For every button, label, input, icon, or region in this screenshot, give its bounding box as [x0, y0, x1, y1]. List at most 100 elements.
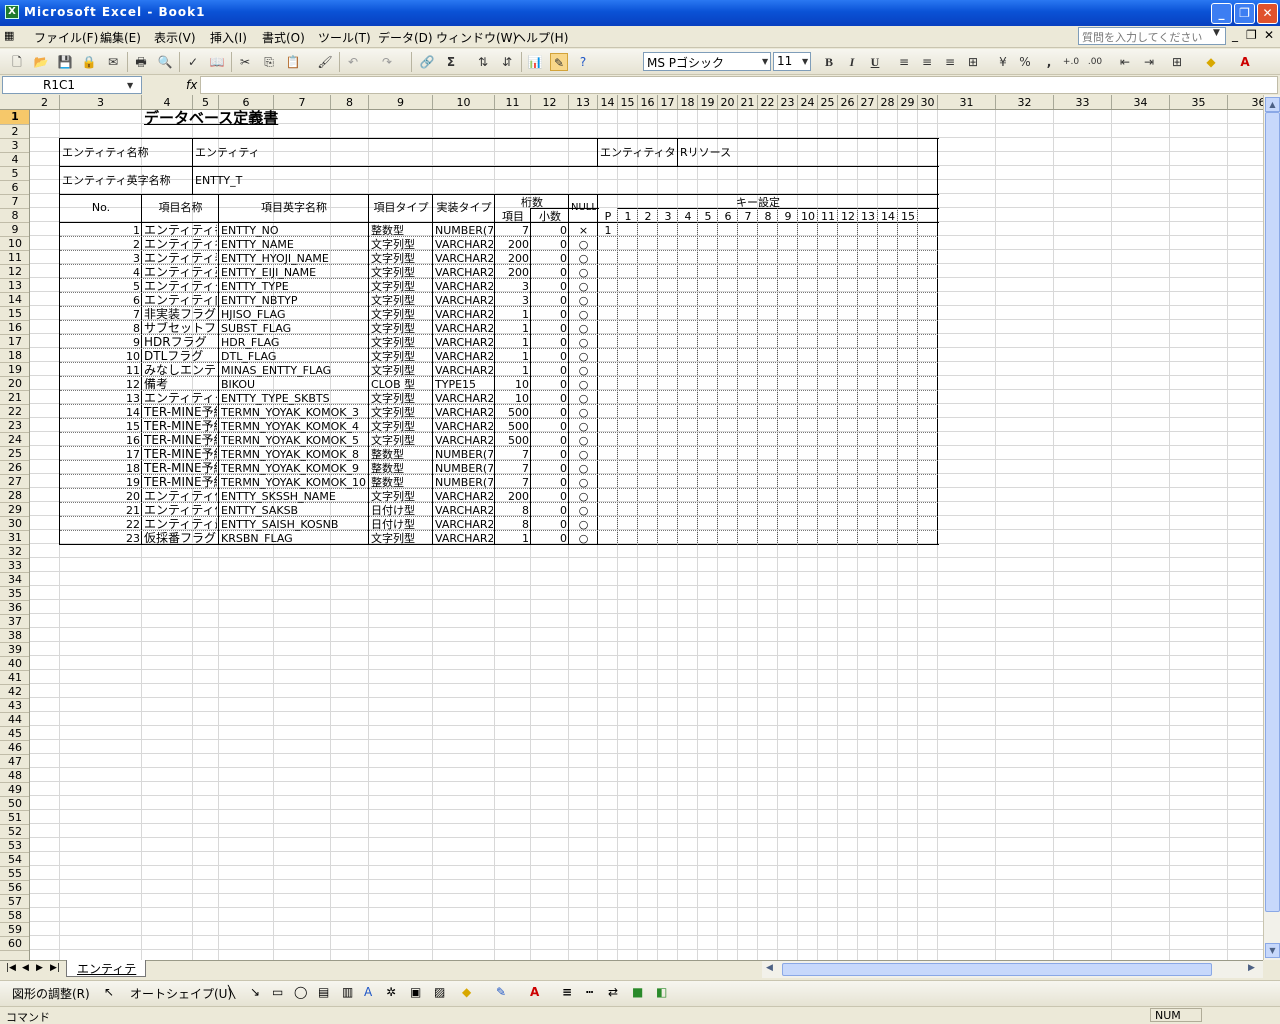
column-header[interactable]: 35 — [1170, 95, 1228, 109]
percent-button[interactable]: % — [1016, 53, 1034, 71]
column-header[interactable]: 20 — [718, 95, 738, 109]
row-header[interactable]: 24 — [0, 433, 29, 447]
row-header[interactable]: 22 — [0, 405, 29, 419]
row-header[interactable]: 4 — [0, 153, 29, 167]
undo-icon[interactable]: ↶ — [344, 53, 362, 71]
row-header[interactable]: 2 — [0, 125, 29, 139]
column-header[interactable]: 5 — [193, 95, 219, 109]
paste-icon[interactable]: 📋 — [284, 53, 302, 71]
row-header[interactable]: 48 — [0, 769, 29, 783]
print-preview-icon[interactable]: 🔍 — [156, 53, 174, 71]
column-header[interactable]: 25 — [818, 95, 838, 109]
row-header[interactable]: 39 — [0, 643, 29, 657]
column-header[interactable]: 16 — [638, 95, 658, 109]
column-header[interactable]: 28 — [878, 95, 898, 109]
font-dropdown-icon[interactable]: ▼ — [762, 57, 768, 66]
row-header[interactable]: 33 — [0, 559, 29, 573]
column-header[interactable]: 32 — [996, 95, 1054, 109]
cut-icon[interactable]: ✂ — [236, 53, 254, 71]
row-header[interactable]: 8 — [0, 209, 29, 223]
draw-fill-color-icon[interactable]: ◆ — [462, 985, 471, 999]
align-left-icon[interactable]: ≡ — [895, 53, 913, 71]
worksheet-grid[interactable]: データベース定義書エンティティ名称エンティティエンティティタイプRリソースエンテ… — [30, 110, 1263, 960]
row-header[interactable]: 10 — [0, 237, 29, 251]
menu-item[interactable]: ウィンドウ(W) — [436, 29, 517, 46]
column-header[interactable]: 11 — [495, 95, 531, 109]
copy-icon[interactable]: ⎘ — [260, 53, 278, 71]
row-header[interactable]: 20 — [0, 377, 29, 391]
row-header[interactable]: 15 — [0, 307, 29, 321]
column-header[interactable]: 17 — [658, 95, 678, 109]
hyperlink-icon[interactable]: 🔗 — [418, 53, 436, 71]
save-icon[interactable]: 💾 — [56, 53, 74, 71]
textbox-icon[interactable]: ▤ — [318, 985, 329, 999]
arrow-style-icon[interactable]: ⇄ — [608, 985, 618, 999]
row-header[interactable]: 60 — [0, 937, 29, 951]
row-header[interactable]: 51 — [0, 811, 29, 825]
first-sheet-icon[interactable]: |◀ — [6, 963, 16, 973]
column-header[interactable]: 10 — [433, 95, 495, 109]
column-header[interactable]: 24 — [798, 95, 818, 109]
row-header[interactable]: 56 — [0, 881, 29, 895]
scroll-left-icon[interactable]: ◀ — [766, 963, 773, 973]
row-header[interactable]: 43 — [0, 699, 29, 713]
minimize-button[interactable]: _ — [1211, 3, 1232, 24]
line-style-icon[interactable]: ≡ — [562, 985, 572, 999]
size-dropdown-icon[interactable]: ▼ — [802, 57, 808, 66]
column-header[interactable]: 26 — [838, 95, 858, 109]
menu-item[interactable]: 表示(V) — [154, 29, 196, 46]
column-header[interactable]: 15 — [618, 95, 638, 109]
menu-item[interactable]: 書式(O) — [262, 29, 305, 46]
bold-button[interactable]: B — [820, 53, 838, 71]
redo-icon[interactable]: ↷ — [378, 53, 396, 71]
decrease-indent-icon[interactable]: ⇤ — [1116, 53, 1134, 71]
row-header[interactable]: 40 — [0, 657, 29, 671]
arrow-icon[interactable]: ↘ — [250, 985, 260, 999]
maximize-button[interactable]: ❐ — [1234, 3, 1255, 24]
fill-color-icon[interactable]: ◆ — [1202, 53, 1220, 71]
menu-item[interactable]: 編集(E) — [100, 29, 141, 46]
row-header[interactable]: 19 — [0, 363, 29, 377]
dash-style-icon[interactable]: ┅ — [586, 985, 593, 999]
column-header[interactable]: 33 — [1054, 95, 1112, 109]
font-name-select[interactable]: MS Pゴシック — [643, 52, 771, 71]
scroll-down-icon[interactable]: ▼ — [1265, 943, 1280, 958]
column-header[interactable]: 8 — [331, 95, 369, 109]
row-header[interactable]: 35 — [0, 587, 29, 601]
menu-item[interactable]: ファイル(F) — [34, 29, 98, 46]
excel-icon[interactable]: X — [5, 5, 19, 19]
row-header[interactable]: 25 — [0, 447, 29, 461]
currency-icon[interactable]: ¥ — [994, 53, 1012, 71]
diagram-icon[interactable]: ✲ — [386, 985, 396, 999]
vertical-textbox-icon[interactable]: ▥ — [342, 985, 353, 999]
column-header[interactable]: 23 — [778, 95, 798, 109]
next-sheet-icon[interactable]: ▶ — [36, 963, 43, 973]
row-header[interactable]: 54 — [0, 853, 29, 867]
column-header[interactable]: 4 — [142, 95, 193, 109]
sort-ascending-icon[interactable]: ⇅ — [474, 53, 492, 71]
row-header[interactable]: 30 — [0, 517, 29, 531]
permission-icon[interactable]: 🔒 — [80, 53, 98, 71]
email-icon[interactable]: ✉ — [104, 53, 122, 71]
column-header[interactable]: 19 — [698, 95, 718, 109]
column-header[interactable]: 29 — [898, 95, 918, 109]
row-header[interactable]: 58 — [0, 909, 29, 923]
horizontal-scroll-thumb[interactable] — [782, 963, 1212, 976]
row-header[interactable]: 6 — [0, 181, 29, 195]
column-header[interactable]: 6 — [219, 95, 274, 109]
picture-icon[interactable]: ▨ — [434, 985, 445, 999]
column-header[interactable]: 18 — [678, 95, 698, 109]
increase-indent-icon[interactable]: ⇥ — [1140, 53, 1158, 71]
doc-restore-button[interactable]: ❐ — [1246, 28, 1257, 42]
line-color-icon[interactable]: ✎ — [496, 985, 506, 999]
row-header[interactable]: 46 — [0, 741, 29, 755]
prev-sheet-icon[interactable]: ◀ — [22, 963, 29, 973]
autoshape-menu[interactable]: オートシェイプ(U) — [130, 985, 232, 1002]
select-objects-icon[interactable]: ↖ — [104, 985, 114, 999]
draw-adjust-menu[interactable]: 図形の調整(R) — [12, 985, 90, 1002]
wordart-icon[interactable]: A — [364, 985, 372, 999]
row-header[interactable]: 28 — [0, 489, 29, 503]
menu-item[interactable]: ツール(T) — [318, 29, 371, 46]
column-header[interactable]: 27 — [858, 95, 878, 109]
vertical-scroll-thumb[interactable] — [1265, 112, 1280, 912]
